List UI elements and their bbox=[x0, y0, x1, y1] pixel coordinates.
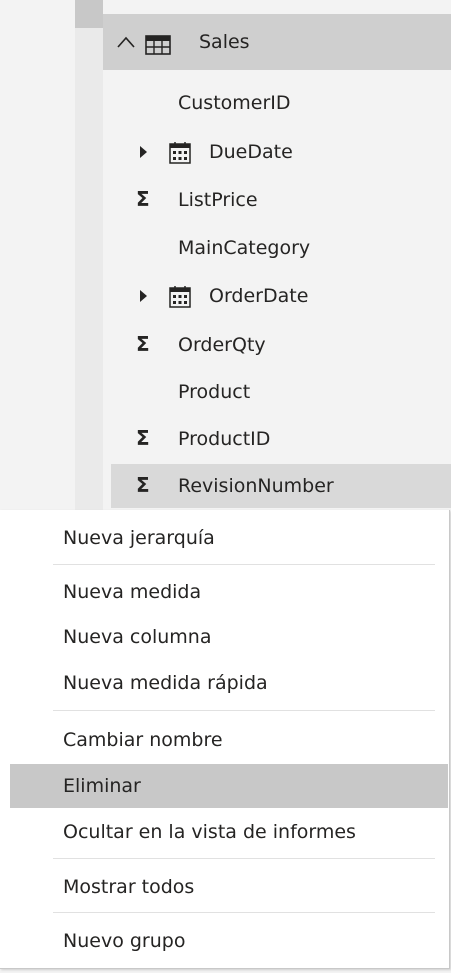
menu-item-nueva-columna[interactable]: Nueva columna bbox=[10, 615, 448, 659]
sum-icon: Σ bbox=[136, 473, 150, 497]
menu-item-ocultar-en-vista-informes[interactable]: Ocultar en la vista de informes bbox=[10, 810, 448, 854]
expand-arrow-icon[interactable] bbox=[140, 146, 147, 158]
field-productid[interactable]: Σ ProductID bbox=[103, 417, 451, 461]
scrollbar-thumb[interactable] bbox=[75, 0, 103, 28]
menu-separator bbox=[53, 912, 435, 913]
menu-item-label: Nueva medida bbox=[63, 581, 202, 603]
expand-arrow-icon[interactable] bbox=[140, 290, 147, 302]
menu-item-label: Mostrar todos bbox=[63, 876, 195, 898]
field-customerid[interactable]: CustomerID bbox=[103, 81, 451, 125]
field-label: OrderDate bbox=[209, 285, 309, 307]
field-product[interactable]: Product bbox=[103, 370, 451, 414]
field-revisionnumber[interactable]: Σ RevisionNumber bbox=[111, 464, 451, 508]
field-orderqty[interactable]: Σ OrderQty bbox=[103, 323, 451, 367]
menu-item-label: Eliminar bbox=[63, 775, 141, 797]
menu-item-nueva-medida[interactable]: Nueva medida bbox=[10, 570, 448, 614]
menu-item-cambiar-nombre[interactable]: Cambiar nombre bbox=[10, 718, 448, 762]
context-menu: Nueva jerarquía Nueva medida Nueva colum… bbox=[0, 510, 450, 969]
field-listprice[interactable]: Σ ListPrice bbox=[103, 178, 451, 222]
field-label: OrderQty bbox=[178, 334, 266, 356]
field-label: Product bbox=[178, 381, 251, 403]
field-maincategory[interactable]: MainCategory bbox=[103, 226, 451, 270]
menu-item-label: Cambiar nombre bbox=[63, 729, 223, 751]
menu-item-label: Nueva columna bbox=[63, 626, 212, 648]
left-gutter bbox=[75, 0, 103, 510]
chevron-up-icon[interactable] bbox=[117, 36, 135, 48]
sum-icon: Σ bbox=[136, 187, 150, 211]
table-icon bbox=[145, 35, 171, 55]
field-label: DueDate bbox=[209, 141, 293, 163]
menu-item-mostrar-todos[interactable]: Mostrar todos bbox=[10, 865, 448, 909]
menu-separator bbox=[53, 858, 435, 859]
menu-item-label: Ocultar en la vista de informes bbox=[63, 821, 356, 843]
menu-item-nuevo-grupo[interactable]: Nuevo grupo bbox=[10, 919, 448, 963]
field-label: ListPrice bbox=[178, 189, 258, 211]
fields-pane: Sales CustomerID DueDate Σ ListPrice Mai… bbox=[103, 0, 451, 510]
field-label: MainCategory bbox=[178, 237, 311, 259]
field-label: CustomerID bbox=[178, 92, 291, 114]
table-header-sales[interactable]: Sales bbox=[103, 14, 451, 70]
table-name: Sales bbox=[199, 31, 250, 53]
field-label: ProductID bbox=[178, 428, 271, 450]
menu-item-nueva-jerarquia[interactable]: Nueva jerarquía bbox=[10, 516, 448, 560]
field-label: RevisionNumber bbox=[178, 475, 334, 497]
menu-separator bbox=[53, 564, 435, 565]
menu-item-eliminar[interactable]: Eliminar bbox=[10, 764, 448, 808]
calendar-icon bbox=[169, 286, 191, 308]
menu-item-label: Nuevo grupo bbox=[63, 930, 186, 952]
calendar-icon bbox=[169, 142, 191, 164]
menu-item-label: Nueva medida rápida bbox=[63, 672, 268, 694]
menu-item-nueva-medida-rapida[interactable]: Nueva medida rápida bbox=[10, 661, 448, 705]
menu-item-label: Nueva jerarquía bbox=[63, 527, 215, 549]
field-orderdate[interactable]: OrderDate bbox=[103, 274, 451, 318]
menu-separator bbox=[53, 710, 435, 711]
field-duedate[interactable]: DueDate bbox=[103, 130, 451, 174]
sum-icon: Σ bbox=[136, 332, 150, 356]
sum-icon: Σ bbox=[136, 426, 150, 450]
